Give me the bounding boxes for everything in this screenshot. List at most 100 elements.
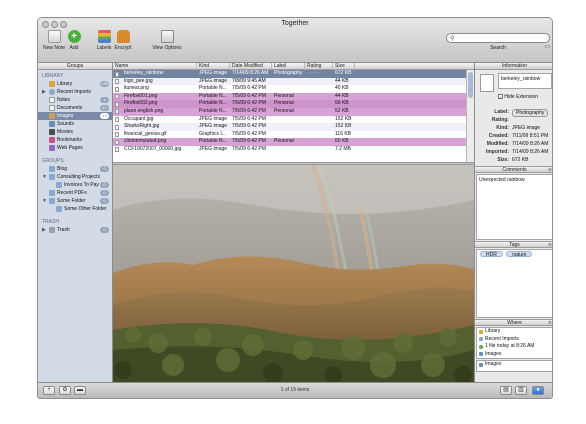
column-header-size[interactable]: Size [333,63,355,70]
info-field-key: Modified: [486,141,509,147]
disclosure-triangle-icon[interactable]: ▼ [42,173,47,181]
cell-rating [305,85,333,93]
file-icon [115,147,119,153]
disclosure-triangle-icon[interactable]: ▼ [42,197,47,205]
view-mode-list-button[interactable]: ▤ [500,386,512,395]
tag-chip[interactable]: HDR [480,251,503,258]
checkbox-checked-icon: ✓ [498,94,503,101]
encrypt-button[interactable]: Encrypt [107,30,139,51]
folder-icon [49,198,55,204]
sidebar-item-label: Blog [57,166,68,172]
cell-size: 44 KB [335,77,349,84]
where-item[interactable]: Library [477,328,552,336]
tag-chip[interactable]: nature [506,251,533,258]
where-item[interactable]: Images [477,361,552,369]
info-field-row: Imported: 7/14/09 8:26 AM [475,148,552,156]
where-item-label: Recent Imports [485,335,519,342]
sidebar-item-library[interactable]: Library 135 [38,80,112,88]
cell-kind: JPEG image [199,115,228,122]
table-row[interactable]: SharksRight.jpg JPEG image 7/5/09 6:42 PM 1… [113,123,466,131]
disclosure-triangle-icon[interactable]: ▶ [42,88,46,96]
sidebar-item-label: Some Folder [57,198,86,204]
sidebar-item-label: Consulting Projects [57,174,101,180]
sidebar-item-sounds[interactable]: Sounds [38,120,112,128]
table-row[interactable]: Firefox001.png Portable N... 7/5/09 6:42 P… [113,92,466,101]
comments-textarea[interactable]: Unexpected rainbow [476,174,552,240]
sidebar-item-consulting-projects[interactable]: ▼ Consulting Projects [38,173,112,181]
info-field-value: 7/14/09 8:26 AM [512,149,549,155]
table-row[interactable]: logo_pee.jpg JPEG image 7/8/09 9:45 AM 44 K… [113,77,466,86]
filename-field[interactable]: berkeley_rainbow [498,73,552,89]
info-field-row: Modified: 7/14/09 8:26 AM [475,140,552,148]
sidebar-item-recent-imports[interactable]: ▶ Recent Imports [38,88,112,96]
sidebar-item-documents[interactable]: Documents 87 [38,104,112,112]
sidebar-item-web-pages[interactable]: Web Pages [38,144,112,152]
sidebar-item-label: Recent PDFs [57,190,87,196]
column-header-label[interactable]: Label [272,63,305,70]
sidebar-item-images[interactable]: Images 19 [38,112,112,120]
sidebar-item-trash[interactable]: ▶ Trash 0 [38,226,112,234]
scrollbar-thumb[interactable] [468,72,473,98]
folder-icon [56,206,62,212]
cell-kind: JPEG image [199,123,228,130]
file-icon [115,94,119,100]
column-header-rating[interactable]: Rating [305,63,333,70]
where-item[interactable]: 1 file today at 8:26 AM [477,343,552,351]
cell-rating [305,93,333,101]
column-header-kind[interactable]: Kind [197,63,230,70]
table-row[interactable]: berkeley_rainbow JPEG image 7/14/09 8:26 A… [113,70,466,78]
sidebar-item-movies[interactable]: Movies [38,128,112,136]
cell-date: 7/14/09 8:26 AM [232,70,269,76]
sidebar: Groups LIBRARY Library 135 ▶ Recent Impo… [38,63,113,384]
sidebar-item-blog[interactable]: Blog 0 [38,165,112,173]
sidebar-item-some-folder[interactable]: ▼ Some Folder 0 [38,197,112,205]
column-header-date-modified[interactable]: Date Modified [230,63,272,70]
cell-label [272,85,305,93]
table-row[interactable]: plane english.png Portable N... 7/5/09 6:4… [113,107,466,116]
sidebar-item-bookmarks[interactable]: Bookmarks [38,136,112,144]
where-item[interactable]: Recent Imports [477,336,552,344]
table-row[interactable]: CCF19072007_00000.jpg JPEG image 7/5/09 6:… [113,146,466,154]
cell-date: 7/5/09 6:42 PM [232,115,266,122]
encrypt-label: Encrypt [114,45,132,51]
sidebar-item-notes[interactable]: Notes 1 [38,96,112,104]
column-header-name[interactable]: Name [113,63,197,70]
bookmarks-icon [49,137,55,143]
cell-kind: Portable N... [199,138,227,145]
cell-name: Occupant.jpg [124,115,154,122]
trash-icon [49,227,55,233]
info-panel-button[interactable]: ● [532,386,544,395]
sounds-icon [49,121,55,127]
tags-field[interactable]: HDR nature [476,249,552,318]
close-panel-icon[interactable]: ⊗ [548,320,552,327]
cell-rating [305,108,333,116]
sidebar-item-some-other-folder[interactable]: Some Other Folder [38,205,112,213]
add-button[interactable]: + Add [58,30,90,51]
hide-extension-checkbox[interactable]: ✓ Hide Extension [498,94,538,100]
list-scrollbar[interactable] [466,70,474,162]
cell-label [272,116,305,124]
search-field[interactable]: ⚲ [446,33,550,43]
info-field-row: Label: Photography [475,108,552,117]
folder-icon [49,174,55,180]
recent-imports-icon [479,337,483,341]
cell-rating: · · · · · [307,70,321,76]
image-preview [113,165,474,384]
sidebar-item-recent-pdfs[interactable]: Recent PDFs 0 [38,189,112,197]
sidebar-item-invoices-to-pay[interactable]: Invoices To Pay 0 [38,181,112,189]
table-row[interactable]: financial_genius.gif Graphics I... 7/5/09 … [113,131,466,139]
where-item[interactable]: Images [477,351,552,359]
table-row[interactable]: clintonmutated.png Portable N... 7/5/09 6:… [113,138,466,146]
view-options-button[interactable]: View Options [148,30,186,51]
view-mode-split-button[interactable]: ▥ [515,386,527,395]
count-badge: 0 [100,190,109,196]
close-panel-icon[interactable]: ⊗ [548,242,552,249]
table-row[interactable]: Occupant.jpg JPEG image 7/5/09 6:42 PM 152 … [113,116,466,124]
close-panel-icon[interactable]: ⊗ [548,167,552,174]
table-row[interactable]: Firefox002.png Portable N... 7/5/09 6:42 P… [113,100,466,108]
disclosure-triangle-icon[interactable]: ▶ [42,226,46,234]
cell-kind: Portable N... [199,100,227,107]
view-options-label: View Options [152,45,182,51]
table-row[interactable]: itunear.png Portable N... 7/5/09 6:42 PM 40… [113,85,466,93]
file-icon [115,117,119,123]
